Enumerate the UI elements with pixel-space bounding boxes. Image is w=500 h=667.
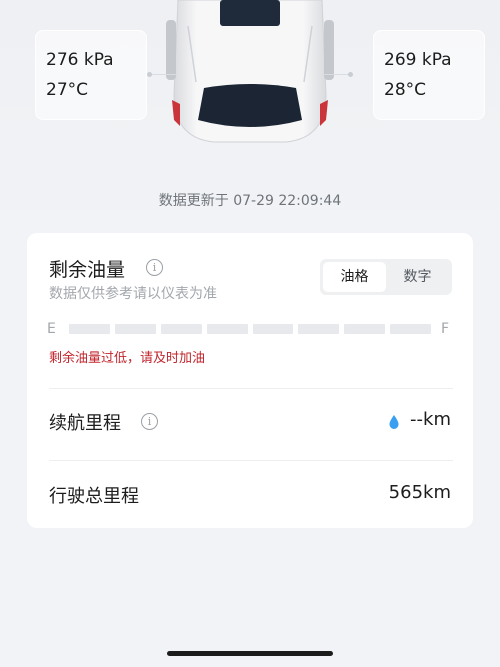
front-right-tire-pressure: 269 kPa (384, 50, 452, 70)
fuel-gauge-full-label: F (441, 321, 450, 337)
odometer-value: 565km (388, 482, 451, 503)
range-info-icon[interactable]: i (141, 413, 158, 430)
low-fuel-warning: 剩余油量过低，请及时加油 (49, 351, 206, 366)
front-left-tire-panel: 276 kPa 27°C (35, 30, 147, 120)
car-top-view-image (166, 0, 334, 143)
data-update-time: 数据更新于 07-29 22:09:44 (158, 193, 342, 209)
fuel-gauge-segment (114, 324, 156, 334)
fuel-display-toggle: 油格 数字 (320, 259, 452, 295)
fuel-info-icon[interactable]: i (146, 259, 163, 276)
fuel-gauge-segment (252, 324, 294, 334)
odometer-label: 行驶总里程 (49, 486, 139, 507)
front-right-tire-panel: 269 kPa 28°C (373, 30, 485, 120)
front-right-connector-line (323, 72, 353, 77)
fuel-gauge-segment (160, 324, 202, 334)
fuel-and-mileage-card: 剩余油量 i 数据仅供参考请以仪表为准 油格 数字 E F 剩余油量过低，请及时… (27, 233, 473, 528)
fuel-drop-icon (389, 415, 399, 429)
front-left-connector-line (147, 72, 177, 77)
front-left-tire-temperature: 27°C (46, 80, 89, 100)
fuel-gauge-segment (206, 324, 248, 334)
divider (49, 460, 453, 461)
front-right-tire-temperature: 28°C (384, 80, 427, 100)
divider (49, 388, 453, 389)
fuel-subtitle: 数据仅供参考请以仪表为准 (49, 286, 217, 302)
fuel-gauge-segment (344, 324, 386, 334)
fuel-gauge-empty-label: E (47, 321, 56, 337)
fuel-gauge-bars (69, 324, 431, 334)
fuel-gauge-segment (69, 324, 110, 334)
fuel-gauge-segment (390, 324, 431, 334)
front-left-tire-pressure: 276 kPa (46, 50, 114, 70)
home-indicator[interactable] (167, 651, 333, 656)
range-value: --km (410, 409, 451, 430)
fuel-gauge-segment (298, 324, 340, 334)
range-label: 续航里程 (49, 413, 121, 434)
toggle-option-fuel-grid[interactable]: 油格 (323, 262, 386, 292)
vehicle-status-area: 276 kPa 27°C 269 kPa 28°C 数据更新于 07-29 22… (0, 0, 500, 235)
fuel-title: 剩余油量 (49, 259, 126, 281)
toggle-option-number[interactable]: 数字 (386, 262, 449, 292)
